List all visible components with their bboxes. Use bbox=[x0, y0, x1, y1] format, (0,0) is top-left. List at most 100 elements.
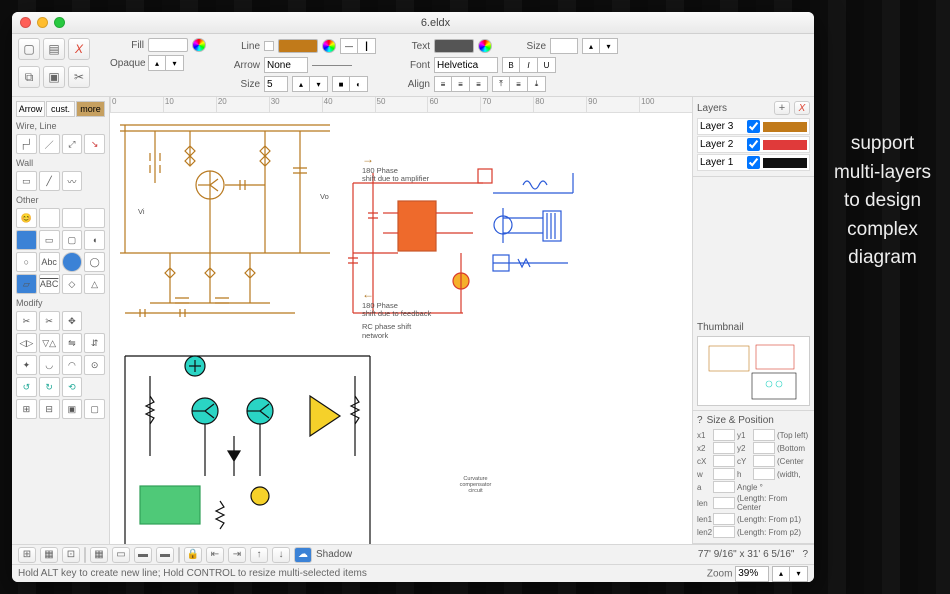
tool-circle[interactable]: ○ bbox=[16, 252, 37, 272]
text-colorpicker-icon[interactable] bbox=[478, 39, 492, 53]
shadow-toggle[interactable]: ☁ bbox=[294, 547, 312, 563]
tool-wall-2[interactable]: ╱ bbox=[39, 171, 60, 191]
minimize-icon[interactable] bbox=[37, 17, 48, 28]
valign-seg[interactable]: ⤒≡⤓ bbox=[492, 76, 546, 92]
snap-3[interactable]: ⊡ bbox=[62, 547, 80, 563]
sp-cy[interactable] bbox=[753, 455, 775, 467]
snap-1[interactable]: ⊞ bbox=[18, 547, 36, 563]
line-swatch[interactable] bbox=[278, 39, 318, 53]
palette-tab-more[interactable]: more bbox=[76, 101, 105, 117]
tool-roundrect[interactable]: ▢ bbox=[62, 230, 83, 250]
tool-arc[interactable]: ◡ bbox=[39, 355, 60, 375]
line-cb[interactable] bbox=[264, 41, 274, 51]
opaque-stepper[interactable]: ▴▾ bbox=[148, 55, 184, 71]
tool-wave[interactable]: 〰 bbox=[62, 171, 83, 191]
align-r[interactable]: ⇥ bbox=[228, 547, 246, 563]
sp-h[interactable] bbox=[753, 468, 775, 480]
titlebar[interactable]: 6.eldx bbox=[12, 12, 814, 34]
sp-y1[interactable] bbox=[753, 429, 775, 441]
line-colorpicker-icon[interactable] bbox=[322, 39, 336, 53]
new-button[interactable]: ▢ bbox=[18, 38, 40, 60]
layer-1-color[interactable] bbox=[763, 158, 807, 168]
tool-y[interactable] bbox=[62, 208, 83, 228]
tool-ellipse[interactable]: ◯ bbox=[84, 252, 105, 272]
tool-flipv[interactable]: ▽△ bbox=[39, 333, 60, 353]
thumbnail-view[interactable] bbox=[697, 336, 810, 406]
line-style-seg[interactable]: —┃ bbox=[340, 38, 376, 54]
tool-front[interactable]: ▣ bbox=[62, 399, 83, 419]
cap-seg[interactable]: ■◐ bbox=[332, 76, 368, 92]
size-field[interactable] bbox=[264, 76, 288, 92]
tool-circle-fill[interactable] bbox=[62, 252, 83, 272]
tool-diamond[interactable]: ◇ bbox=[62, 274, 83, 294]
add-layer-button[interactable]: + bbox=[774, 101, 790, 115]
arrow-select[interactable] bbox=[264, 57, 308, 73]
tool-cut[interactable]: ✂ bbox=[39, 311, 60, 331]
tool-emoji[interactable]: 😊 bbox=[16, 208, 37, 228]
text-swatch[interactable] bbox=[434, 39, 474, 53]
sp-angle[interactable] bbox=[713, 481, 735, 493]
drawing-canvas[interactable]: Vi Vo →180 Phaseshift due to amplifier ←… bbox=[110, 113, 692, 544]
fill-swatch[interactable] bbox=[148, 38, 188, 52]
tool-rotate-ccw[interactable]: ↺ bbox=[16, 377, 37, 397]
sp-len1[interactable] bbox=[713, 513, 735, 525]
save-button[interactable]: ▤ bbox=[43, 38, 65, 60]
delete-button[interactable]: X bbox=[68, 38, 90, 60]
tool-arc3[interactable]: ⊙ bbox=[84, 355, 105, 375]
layer-3-visible[interactable] bbox=[747, 120, 760, 133]
close-icon[interactable] bbox=[20, 17, 31, 28]
tool-rotate-180[interactable]: ⟲ bbox=[62, 377, 83, 397]
zoom-stepper[interactable]: ▴▾ bbox=[772, 566, 808, 582]
cut-button[interactable]: ✂ bbox=[68, 66, 90, 88]
sp-len2[interactable] bbox=[713, 526, 735, 538]
paste-button[interactable]: ▣ bbox=[43, 66, 65, 88]
tool-move[interactable]: ✥ bbox=[62, 311, 83, 331]
tool-back[interactable]: ▢ bbox=[84, 399, 105, 419]
sp-q[interactable]: ? bbox=[697, 415, 703, 426]
layer-row-2[interactable]: Layer 2 bbox=[697, 136, 810, 153]
halign-seg[interactable]: ≡≡≡ bbox=[434, 76, 488, 92]
tool-fliph[interactable]: ◁▷ bbox=[16, 333, 37, 353]
align-l[interactable]: ⇤ bbox=[206, 547, 224, 563]
size-stepper[interactable]: ▴▾ bbox=[292, 76, 328, 92]
fontsize-select[interactable] bbox=[550, 38, 578, 54]
grid-toggle[interactable]: ▦ bbox=[90, 547, 108, 563]
fill-colorpicker-icon[interactable] bbox=[192, 38, 206, 52]
sp-x1[interactable] bbox=[713, 429, 735, 441]
tool-rotate-cw[interactable]: ↻ bbox=[39, 377, 60, 397]
tool-mirror2[interactable]: ⇵ bbox=[84, 333, 105, 353]
view-1[interactable]: ▭ bbox=[112, 547, 130, 563]
layer-2-color[interactable] bbox=[763, 140, 807, 150]
tool-wire-4[interactable]: ↘ bbox=[84, 134, 105, 154]
sp-len[interactable] bbox=[713, 497, 735, 509]
sp-y2[interactable] bbox=[753, 442, 775, 454]
help-button[interactable]: ? bbox=[802, 549, 808, 560]
tool-star[interactable]: ✦ bbox=[16, 355, 37, 375]
tool-text[interactable]: Abc bbox=[39, 252, 60, 272]
fontsize-stepper[interactable]: ▴▾ bbox=[582, 38, 618, 54]
palette-tab-arrow[interactable]: Arrow bbox=[16, 101, 45, 117]
lock-button[interactable]: 🔒 bbox=[184, 547, 202, 563]
tool-group[interactable]: ⊞ bbox=[16, 399, 37, 419]
view-3[interactable]: ▬ bbox=[156, 547, 174, 563]
copy-button[interactable]: ⧉ bbox=[18, 66, 40, 88]
layer-row-3[interactable]: Layer 3 bbox=[697, 118, 810, 135]
tool-scissors[interactable]: ✂ bbox=[16, 311, 37, 331]
sp-x2[interactable] bbox=[713, 442, 735, 454]
tool-wire-1[interactable]: ┌┘ bbox=[16, 134, 37, 154]
sp-w[interactable] bbox=[713, 468, 735, 480]
bring-front[interactable]: ↑ bbox=[250, 547, 268, 563]
tool-wire-2[interactable]: ／ bbox=[39, 134, 60, 154]
tool-overline[interactable]: ABC bbox=[39, 274, 60, 294]
send-back[interactable]: ↓ bbox=[272, 547, 290, 563]
zoom-icon[interactable] bbox=[54, 17, 65, 28]
layer-row-1[interactable]: Layer 1 bbox=[697, 154, 810, 171]
zoom-field[interactable] bbox=[735, 566, 769, 582]
layer-2-visible[interactable] bbox=[747, 138, 760, 151]
tool-arc2[interactable]: ◠ bbox=[62, 355, 83, 375]
tool-wall-1[interactable]: ▭ bbox=[16, 171, 37, 191]
tool-para[interactable]: ▱ bbox=[16, 274, 37, 294]
layer-3-color[interactable] bbox=[763, 122, 807, 132]
tool-x[interactable] bbox=[39, 208, 60, 228]
palette-tab-cust[interactable]: cust. bbox=[46, 101, 75, 117]
